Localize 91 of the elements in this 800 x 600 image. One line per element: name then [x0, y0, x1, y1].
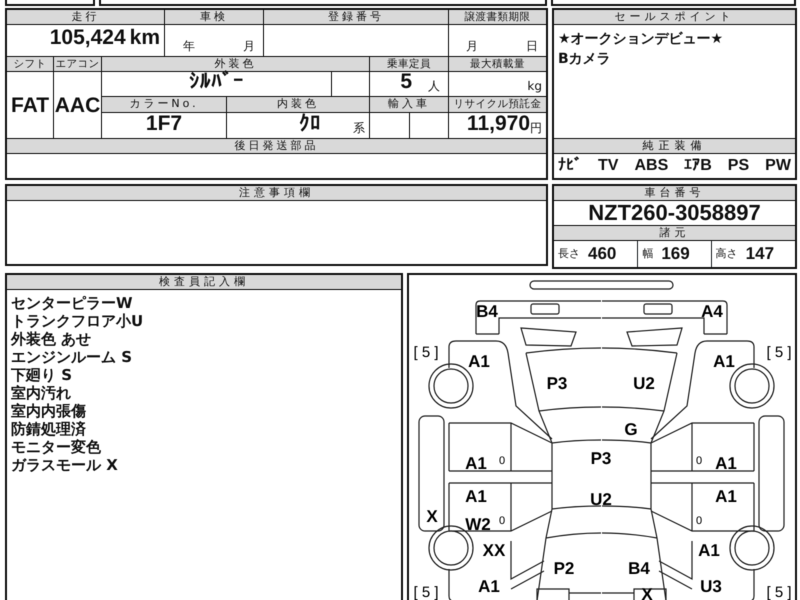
tire-tread-label: [ 5 ] — [414, 344, 438, 360]
panel-title: 注意事項欄 — [7, 186, 546, 201]
spec-value: 147 — [746, 243, 774, 265]
tire-tread-label: [ 5 ] — [766, 344, 792, 360]
damage-code: W2 — [465, 514, 491, 534]
interior-color-value: ｸﾛ — [299, 113, 321, 134]
inspector-note: 下廻り S — [11, 366, 74, 384]
field-label: 乗車定員 — [370, 57, 448, 71]
air-conditioner-value: AAC — [54, 72, 101, 138]
damage-code: A1 — [713, 352, 735, 370]
field-label: リサイクル預託金 — [449, 97, 546, 112]
field-label: 譲渡書類期限 — [449, 10, 546, 24]
unit-label: 日 — [526, 40, 538, 52]
inspector-note: モニター変色 — [11, 438, 102, 456]
equipment-item: PW — [765, 156, 791, 176]
damage-code: A1 — [715, 486, 737, 506]
field-label: 登録番号 — [264, 10, 448, 24]
panel-title: 検査員記入欄 — [7, 274, 401, 290]
damage-code: XX — [482, 540, 506, 560]
panel-title: 純正装備 — [554, 138, 795, 154]
damage-code: A1 — [468, 352, 490, 370]
damage-code: X — [426, 506, 438, 526]
recycle-deposit-value: 11,970 — [466, 113, 530, 134]
unit-label: km — [130, 27, 160, 48]
sales-point-text: Bカメラ — [558, 50, 612, 69]
equipment-item: TV — [598, 156, 618, 176]
field-label: カラーNo. — [102, 97, 226, 112]
damage-code: U2 — [633, 374, 655, 392]
unit-label: 月 — [243, 40, 255, 52]
damage-code: G — [624, 420, 638, 438]
panel-title: 諸元 — [554, 226, 795, 241]
spec-label: 幅 — [642, 246, 654, 262]
inspector-note: 外装色 あせ — [11, 330, 92, 348]
inspector-note: センターピラーW — [11, 294, 134, 312]
equipment-item: ABS — [634, 156, 668, 176]
panel-title: 車台番号 — [554, 186, 795, 201]
unit-label: 月 — [466, 40, 478, 52]
door-mark: 0 — [498, 454, 506, 466]
damage-code: B4 — [628, 558, 650, 578]
field-label: 内装色 — [227, 97, 369, 112]
inspector-note: 防錆処理済 — [11, 420, 87, 438]
unit-label: 円 — [530, 122, 542, 134]
inspector-note: 室内汚れ — [11, 384, 72, 402]
unit-label: kg — [527, 80, 542, 92]
damage-code: P3 — [590, 448, 612, 468]
field-label: 後日発送部品 — [7, 139, 546, 153]
field-label: 車検 — [165, 10, 263, 24]
mileage-value: 105,424 — [50, 27, 126, 48]
damage-code: P3 — [546, 374, 568, 392]
field-label: 最大積載量 — [449, 57, 546, 71]
field-label: 輸入車 — [370, 97, 448, 112]
spec-value: 460 — [588, 243, 616, 265]
door-mark: 0 — [696, 514, 702, 526]
color-number-value: 1F7 — [102, 113, 226, 138]
field-label: 外装色 — [102, 57, 369, 71]
door-mark: 0 — [696, 454, 702, 466]
tire-tread-label: [ 5 ] — [414, 584, 438, 600]
tire-tread-label: [ 5 ] — [766, 584, 792, 600]
unit-label: 系 — [353, 122, 365, 134]
damage-code: A1 — [715, 454, 737, 472]
damage-code: X — [641, 584, 653, 600]
exterior-color-value: ｼﾙﾊﾞｰ — [102, 72, 331, 96]
damage-code: A1 — [698, 540, 720, 560]
unit-label: 人 — [428, 80, 440, 92]
damage-code: P2 — [554, 558, 574, 578]
field-label: エアコン — [54, 57, 101, 71]
spec-label: 長さ — [558, 246, 580, 262]
field-label: シフト — [7, 57, 53, 71]
inspector-note: トランクフロア小U — [11, 312, 144, 330]
door-mark: 0 — [498, 514, 506, 526]
spec-value: 169 — [661, 243, 690, 265]
shift-value: FAT — [7, 72, 53, 138]
sales-point-text: ★オークションデビュー★ — [558, 30, 724, 49]
spec-label: 高さ — [716, 246, 738, 262]
capacity-value: 5 — [400, 71, 412, 92]
damage-code: A1 — [465, 454, 487, 472]
equipment-item: PS — [728, 156, 750, 176]
equipment-item: ｴｱB — [684, 156, 712, 176]
inspector-note: ガラスモール X — [11, 456, 119, 474]
damage-code: A1 — [478, 576, 500, 596]
panel-title: セールスポイント — [554, 10, 795, 25]
damage-code: U2 — [590, 490, 612, 508]
damage-code: A1 — [465, 486, 487, 506]
equipment-item: ﾅﾋﾞ — [558, 156, 582, 176]
damage-code: A4 — [701, 302, 723, 320]
inspector-note: エンジンルーム S — [11, 348, 134, 366]
field-label: 走行 — [7, 10, 164, 24]
damage-code: U3 — [700, 576, 722, 596]
inspector-note: 室内内張傷 — [11, 402, 87, 420]
unit-label: 年 — [183, 40, 195, 52]
damage-code: B4 — [476, 302, 498, 320]
